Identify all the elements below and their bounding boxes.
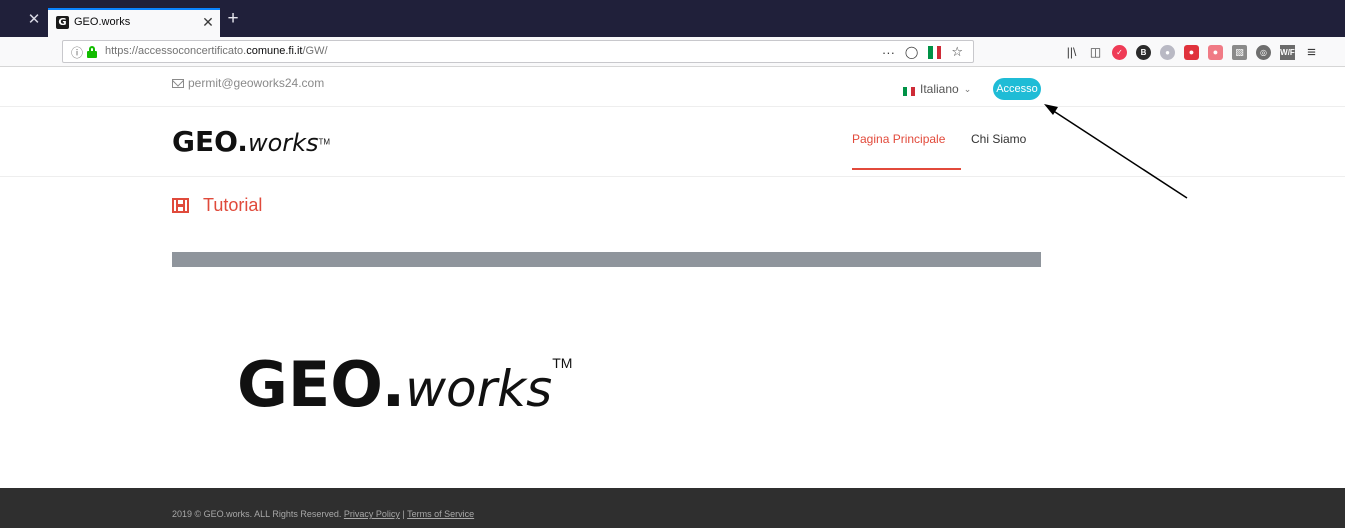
extension-red-icon[interactable]: ● xyxy=(1184,44,1199,60)
contact-email[interactable]: permit@geoworks24.com xyxy=(172,76,324,90)
menu-icon[interactable]: ≡ xyxy=(1304,45,1319,60)
site-logo[interactable]: GEO.worksTM xyxy=(172,125,330,161)
tab-close-icon[interactable]: ✕ xyxy=(200,13,216,31)
site-info-icon[interactable]: ⓘ xyxy=(71,44,83,61)
extension-pink-icon[interactable]: ● xyxy=(1208,44,1223,60)
italian-flag-icon xyxy=(903,85,915,96)
site-header: GEO.worksTM Pagina Principale Chi Siamo xyxy=(0,108,1345,177)
site-footer: 2019 © GEO.works. ALL Rights Reserved. P… xyxy=(0,488,1345,528)
nav-about-link[interactable]: Chi Siamo xyxy=(971,132,1026,146)
login-button[interactable]: Accesso xyxy=(993,78,1041,100)
chevron-down-icon: ⌄ xyxy=(963,83,972,94)
film-icon xyxy=(172,198,189,213)
language-selector[interactable]: Italiano ⌄ xyxy=(903,82,971,96)
footer-separator: | xyxy=(402,509,405,519)
nav-active-indicator xyxy=(852,168,961,170)
mail-icon xyxy=(172,78,184,88)
lock-icon xyxy=(87,46,97,58)
pocket-icon[interactable]: ◯ xyxy=(905,45,918,59)
terms-of-service-link[interactable]: Terms of Service xyxy=(407,509,474,519)
bookmark-star-icon[interactable]: ☆ xyxy=(951,44,963,60)
window-close-icon[interactable]: ✕ xyxy=(24,10,44,30)
contact-email-text: permit@geoworks24.com xyxy=(188,76,325,90)
italian-flag-icon[interactable] xyxy=(928,45,942,59)
browser-tab-geoworks[interactable]: G GEO.works ✕ xyxy=(48,8,220,37)
tutorial-heading: Tutorial xyxy=(172,195,262,216)
section-title: Tutorial xyxy=(203,195,263,215)
library-icon[interactable]: ||\ xyxy=(1064,45,1079,60)
extension-b-icon[interactable]: B xyxy=(1136,44,1151,60)
extension-round-icon[interactable]: ● xyxy=(1160,44,1175,60)
pocket-red-icon[interactable]: ✓ xyxy=(1112,44,1127,60)
new-tab-button[interactable]: + xyxy=(222,8,244,30)
video-player-bar[interactable] xyxy=(172,252,1041,267)
browser-tab-strip: ✕ G GEO.works ✕ + xyxy=(0,0,1345,37)
language-label: Italiano xyxy=(920,82,959,96)
tab-favicon-icon: G xyxy=(56,16,69,29)
tab-title: GEO.works xyxy=(74,16,131,28)
screen: { "browser": { "window_close": "✕", "tab… xyxy=(0,0,1345,528)
geoworks-large-logo: GEO.worksTM xyxy=(237,348,573,421)
url-text[interactable]: https://accessoconcertificato.comune.fi.… xyxy=(105,45,328,57)
site-topbar: permit@geoworks24.com Italiano ⌄ Accesso xyxy=(0,67,1345,107)
copyright-text: 2019 © GEO.works. ALL Rights Reserved. xyxy=(172,509,342,519)
extension-gray-icon[interactable]: ▧ xyxy=(1232,44,1247,60)
privacy-policy-link[interactable]: Privacy Policy xyxy=(344,509,400,519)
extension-globe-icon[interactable]: ◎ xyxy=(1256,44,1271,60)
browser-navbar: ⓘ https://accessoconcertificato.comune.f… xyxy=(0,37,1345,67)
browser-toolbar-icons: ||\ ◫ ✓ B ● ● ● ▧ ◎ W/F ≡ xyxy=(1064,42,1319,62)
footer-text: 2019 © GEO.works. ALL Rights Reserved. P… xyxy=(172,509,474,519)
sidebar-icon[interactable]: ◫ xyxy=(1088,45,1103,60)
page-actions: ··· ◯ ☆ xyxy=(882,43,963,61)
nav-home-link[interactable]: Pagina Principale xyxy=(852,132,945,146)
wf-extension-icon[interactable]: W/F xyxy=(1280,44,1295,60)
url-bar[interactable]: ⓘ https://accessoconcertificato.comune.f… xyxy=(62,40,974,63)
page-actions-menu-icon[interactable]: ··· xyxy=(882,45,895,60)
